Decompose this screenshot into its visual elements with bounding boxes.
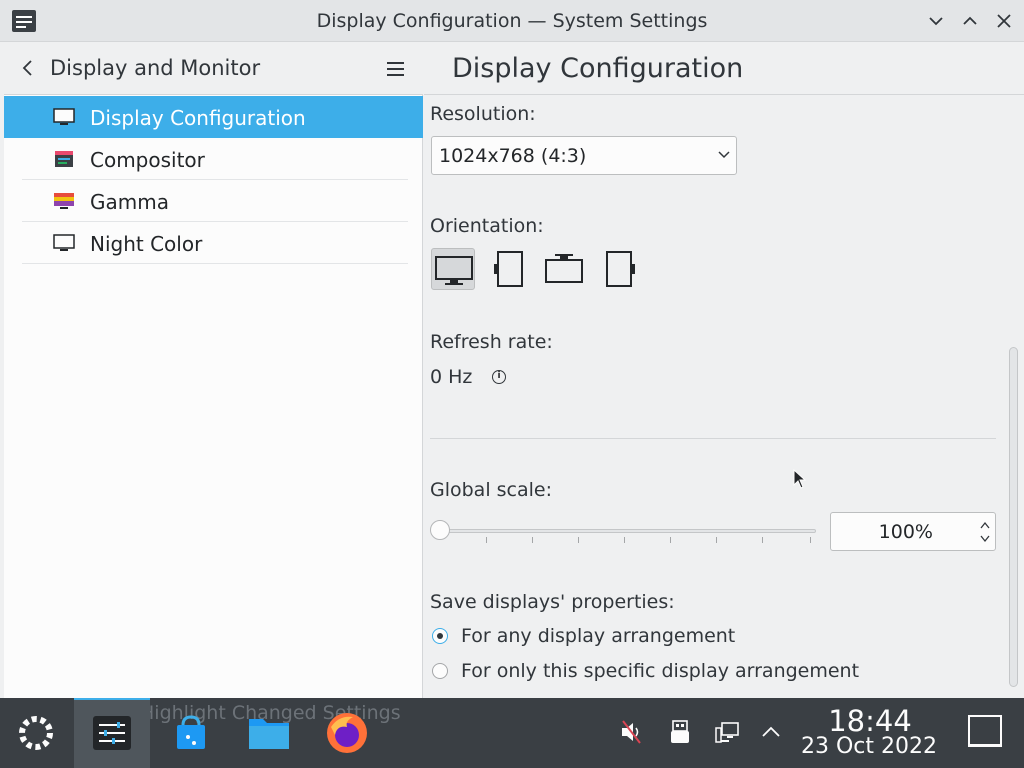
slider-tick (762, 537, 763, 543)
save-properties-label: Save displays' properties: (430, 591, 675, 613)
chevron-up-icon[interactable] (757, 718, 785, 746)
orientation-landscape-button[interactable] (431, 248, 475, 290)
scrollbar[interactable] (1009, 347, 1018, 687)
compositor-icon (53, 150, 75, 168)
sidebar-item-gamma[interactable]: Gamma (4, 180, 423, 222)
slider-handle[interactable] (430, 520, 450, 540)
chevron-down-icon (718, 151, 730, 159)
sidebar-item-label: Gamma (90, 190, 169, 214)
maximize-button[interactable] (957, 8, 983, 34)
sidebar-item-label: Compositor (90, 148, 205, 172)
taskbar: Highlight Changed Settings 18:44 23 Oct … (0, 698, 1024, 768)
slider-tick (578, 537, 579, 543)
sidebar-header: Display and Monitor (4, 42, 423, 95)
slider-tick (810, 537, 811, 543)
window-title: Display Configuration — System Settings (316, 10, 708, 32)
clock-date[interactable]: 23 Oct 2022 (795, 734, 943, 759)
sidebar-item-label: Display Configuration (90, 106, 306, 130)
discover-icon (177, 715, 205, 749)
taskbar-discover[interactable] (166, 698, 216, 768)
usb-device-icon[interactable] (666, 718, 694, 746)
folder-icon (249, 719, 289, 749)
radio-any-arrangement[interactable] (432, 628, 448, 644)
minimize-button[interactable] (923, 8, 949, 34)
resolution-label: Resolution: (430, 103, 536, 125)
divider (430, 438, 996, 439)
back-arrow-icon[interactable] (16, 56, 40, 80)
radio-any-arrangement-label[interactable]: For any display arrangement (461, 625, 735, 647)
landscape-flipped-monitor-icon (545, 254, 583, 283)
volume-muted-icon[interactable] (618, 718, 646, 746)
radio-specific-arrangement-label[interactable]: For only this specific display arrangeme… (461, 660, 859, 682)
hamburger-menu-icon[interactable] (384, 58, 408, 80)
landscape-monitor-icon (435, 256, 473, 285)
refresh-rate-value: 0 Hz (430, 366, 473, 388)
sidebar-item-display-configuration[interactable]: Display Configuration (4, 96, 423, 138)
resolution-dropdown[interactable]: 1024x768 (4:3) (431, 136, 737, 175)
orientation-flipped-button[interactable] (542, 248, 586, 290)
monitor-icon (53, 108, 75, 126)
slider-tick (624, 537, 625, 543)
taskbar-dolphin[interactable] (244, 698, 294, 768)
close-button[interactable] (991, 8, 1017, 34)
spin-arrows-icon[interactable] (979, 518, 991, 546)
slider-tick (670, 537, 671, 543)
sidebar: Display and Monitor Display Configuratio… (4, 42, 423, 698)
app-launcher-button[interactable] (14, 698, 58, 768)
global-scale-slider[interactable] (438, 529, 816, 533)
app-launcher-icon (19, 716, 53, 750)
system-settings-icon (93, 716, 131, 750)
sidebar-item-label: Night Color (90, 232, 203, 256)
sidebar-title: Display and Monitor (50, 56, 261, 80)
global-scale-value: 100% (878, 521, 933, 543)
main-content: Display Configuration Resolution: 1024x7… (424, 42, 1024, 698)
mouse-cursor-icon (793, 469, 807, 489)
show-desktop-icon[interactable] (966, 714, 1004, 752)
portrait-right-monitor-icon (606, 251, 635, 287)
title-bar[interactable]: Display Configuration — System Settings (0, 0, 1024, 42)
global-scale-label: Global scale: (430, 479, 553, 501)
night-color-icon (53, 234, 75, 252)
taskbar-firefox[interactable] (322, 698, 372, 768)
radio-specific-arrangement[interactable] (432, 663, 448, 679)
resolution-value: 1024x768 (4:3) (439, 145, 587, 167)
sidebar-item-night-color[interactable]: Night Color (4, 222, 423, 264)
network-icon[interactable] (713, 718, 741, 746)
refresh-rate-label: Refresh rate: (430, 331, 553, 353)
orientation-portrait-left-button[interactable] (488, 248, 532, 290)
info-icon[interactable]: i (492, 370, 506, 384)
gamma-icon (53, 192, 75, 210)
slider-tick (532, 537, 533, 543)
slider-tick (716, 537, 717, 543)
clock-time[interactable]: 18:44 (800, 704, 940, 738)
global-scale-spinbox[interactable]: 100% (830, 512, 996, 551)
divider (22, 263, 408, 264)
slider-tick (486, 537, 487, 543)
sidebar-item-compositor[interactable]: Compositor (4, 138, 423, 180)
page-title: Display Configuration (452, 53, 744, 84)
firefox-icon (327, 713, 367, 753)
taskbar-system-settings[interactable] (74, 698, 150, 768)
orientation-label: Orientation: (430, 215, 544, 237)
portrait-left-monitor-icon (494, 251, 523, 287)
orientation-portrait-right-button[interactable] (598, 248, 642, 290)
content-header: Display Configuration (424, 42, 1024, 95)
